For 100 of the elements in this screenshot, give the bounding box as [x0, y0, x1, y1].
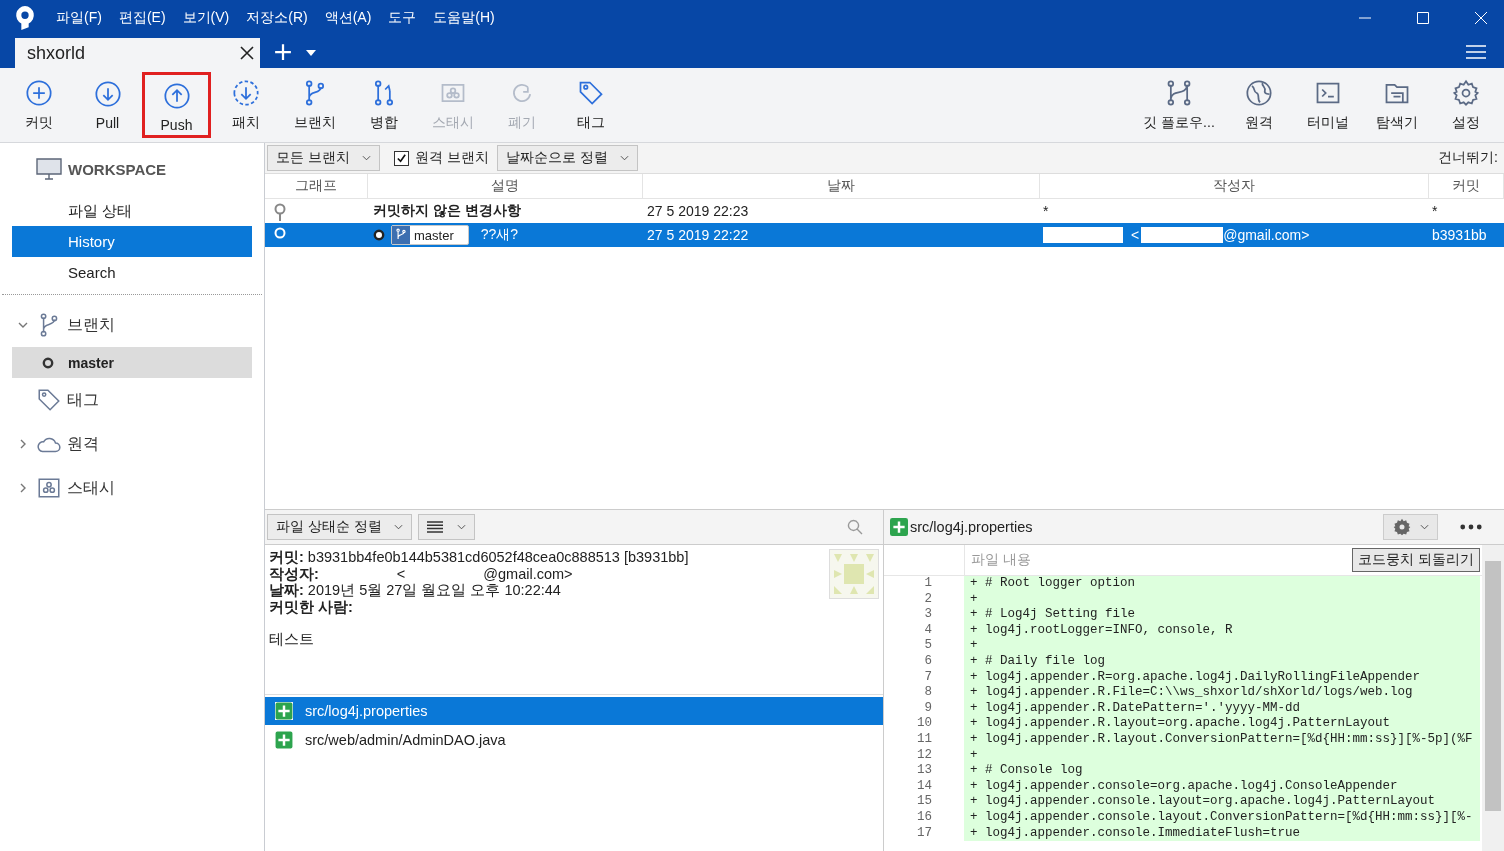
field-label: 작성자:: [269, 565, 319, 582]
scrollbar[interactable]: [1482, 545, 1504, 851]
commit-row[interactable]: master ??새? 27 5 2019 22:22 < @gmail.com> b3931bb: [265, 223, 1504, 247]
commit-message: 커밋하지 않은 변경사항: [373, 202, 521, 220]
toolbar-button[interactable]: 패치: [211, 72, 280, 138]
scrollbar-thumb[interactable]: [1485, 561, 1501, 811]
chevron-icon: [361, 155, 371, 161]
field-label: 커밋한 사람:: [269, 598, 353, 615]
logo-icon: [14, 5, 36, 31]
diff-file-name: src/log4j.properties: [910, 519, 1033, 535]
toolbar-button[interactable]: Pull: [73, 72, 142, 138]
column-header[interactable]: 날짜: [643, 174, 1040, 198]
up-arrow-circle-icon: [162, 81, 191, 110]
sidebar-item[interactable]: History: [12, 226, 252, 257]
expand-chevron-icon[interactable]: [18, 439, 28, 449]
field-value: b3931bb4fe0b144b5381cd6052f48cea0c888513 [b3931bb]: [307, 549, 689, 566]
added-icon: [275, 731, 293, 749]
sidebar-item[interactable]: 파일 상태: [12, 195, 252, 226]
dashed-down-arrow-icon: [231, 78, 260, 107]
chevron-icon: [393, 524, 403, 530]
close-icon[interactable]: [240, 46, 254, 60]
added-icon: [890, 518, 908, 536]
collapse-chevron-icon[interactable]: [18, 320, 28, 330]
checkbox-label: 원격 브랜치: [414, 149, 489, 167]
menu-item[interactable]: 저장소(R): [246, 9, 308, 27]
field-label: 커밋:: [269, 549, 304, 566]
caret-icon[interactable]: [306, 50, 316, 56]
toolbar-button[interactable]: 탐색기: [1362, 72, 1431, 138]
flow-icon: [1165, 78, 1193, 107]
menu-item[interactable]: 편집(E): [118, 9, 166, 27]
settings-icon: [1451, 78, 1480, 107]
menu-item[interactable]: 액션(A): [324, 9, 372, 27]
down-arrow-circle-icon: [93, 79, 122, 108]
more-icon[interactable]: [1460, 524, 1482, 530]
toolbar-button[interactable]: Push: [142, 72, 211, 138]
commit-message: 테스트: [269, 631, 315, 648]
chevron-icon: [1420, 524, 1429, 530]
commit-row[interactable]: 커밋하지 않은 변경사항 27 5 2019 22:23 * *: [265, 199, 1504, 223]
toolbar-button[interactable]: 브랜치: [280, 72, 349, 138]
search-icon[interactable]: [847, 519, 863, 535]
field-value: @gmail.com>: [483, 565, 573, 582]
diff-options-dropdown[interactable]: [1383, 514, 1438, 540]
menu-item[interactable]: 도움말(H): [433, 9, 495, 27]
checkbox[interactable]: [393, 150, 409, 166]
branch-icon: [392, 226, 410, 244]
toolbar-button[interactable]: 커밋: [4, 72, 73, 138]
toolbar-button[interactable]: 깃 플로우...: [1134, 72, 1224, 138]
tree-item[interactable]: 원격: [67, 433, 99, 455]
menu-item[interactable]: 파일(F): [56, 9, 102, 27]
jump-label: 건너뛰기:: [1438, 149, 1498, 167]
tree-item[interactable]: 스태시: [67, 477, 115, 499]
maximize-icon[interactable]: [1416, 11, 1430, 25]
repo-tab[interactable]: shxorld: [15, 38, 260, 68]
avatar-pattern-icon: [829, 549, 879, 599]
menu-item[interactable]: 도구: [388, 9, 417, 27]
sort-dropdown[interactable]: 날짜순으로 정렬: [496, 145, 638, 171]
toolbar-button[interactable]: 병합: [349, 72, 418, 138]
section-heading: WORKSPACE: [68, 160, 167, 178]
list-icon: [426, 521, 443, 533]
globe-icon: [1244, 78, 1273, 107]
field-label: 날짜:: [269, 582, 304, 599]
file-row[interactable]: src/log4j.properties: [265, 697, 883, 725]
branch-dot-icon: [42, 356, 54, 369]
commit-message: ??새?: [480, 226, 519, 244]
toolbar-button[interactable]: 태그: [556, 72, 625, 138]
commit-date: 27 5 2019 22:23: [647, 203, 749, 219]
branch-item[interactable]: master: [12, 347, 252, 378]
plus-circle-icon: [24, 78, 53, 107]
file-row[interactable]: src/web/admin/AdminDAO.java: [265, 726, 883, 754]
chevron-icon: [456, 524, 466, 530]
commit-hash: *: [1432, 203, 1438, 219]
view-mode-dropdown[interactable]: [417, 514, 475, 540]
toolbar-button[interactable]: 설정: [1431, 72, 1500, 138]
expand-chevron-icon[interactable]: [18, 483, 28, 493]
add-tab-icon[interactable]: [274, 43, 292, 61]
tag-icon: [36, 387, 62, 413]
field-value: 2019년 5월 27일 월요일 오후 10:22:44: [307, 582, 561, 599]
column-header[interactable]: 작성자: [1040, 174, 1429, 198]
tree-item[interactable]: 태그: [67, 389, 99, 411]
chevron-icon: [619, 155, 629, 161]
toolbar-button[interactable]: 터미널: [1293, 72, 1362, 138]
commit-author: <: [1131, 227, 1140, 243]
head-dot-icon: [373, 229, 385, 241]
commit-date: 27 5 2019 22:22: [647, 227, 749, 243]
column-header[interactable]: 설명: [368, 174, 643, 198]
menu-icon[interactable]: [1466, 44, 1486, 60]
tree-item[interactable]: 브랜치: [67, 314, 115, 336]
settings-icon: [1392, 517, 1412, 537]
menu-item[interactable]: 보기(V): [182, 9, 230, 27]
commit-hash: b3931bb: [1432, 227, 1487, 243]
sidebar-item[interactable]: Search: [12, 257, 252, 288]
revert-hunk-button[interactable]: 코드뭉치 되돌리기: [1352, 548, 1480, 572]
column-header[interactable]: 커밋: [1429, 174, 1504, 198]
hunk-header: 파일 내용: [971, 551, 1031, 569]
column-header[interactable]: 그래프: [265, 174, 368, 198]
graph-pin-icon: [273, 201, 287, 221]
toolbar-button[interactable]: 원격: [1224, 72, 1293, 138]
author-email: @gmail.com>: [1223, 227, 1310, 243]
file-sort-dropdown[interactable]: 파일 상태순 정렬: [267, 514, 412, 540]
branch-filter-dropdown[interactable]: 모든 브랜치: [267, 145, 380, 171]
